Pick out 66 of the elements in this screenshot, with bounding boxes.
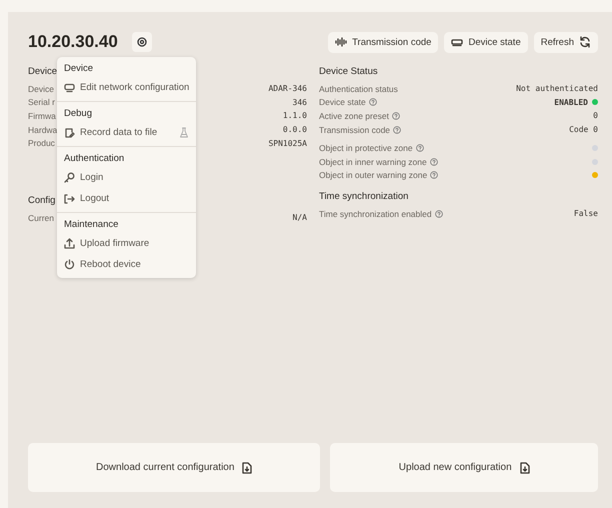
- field-value: 0: [593, 111, 598, 120]
- edit-file-icon: [64, 127, 75, 138]
- settings-button[interactable]: [132, 32, 152, 52]
- device-address: 10.20.30.40: [28, 32, 118, 52]
- help-icon: [416, 144, 424, 152]
- field-label: Object in outer warning zone: [319, 170, 428, 180]
- help-icon: [392, 112, 400, 120]
- field-label: Serial r: [28, 97, 55, 108]
- field-label: Firmwa: [28, 110, 56, 121]
- device-icon: [451, 38, 464, 46]
- toolbar-button[interactable]: Device state: [444, 32, 528, 52]
- section-heading: Time synchronization: [319, 190, 408, 204]
- menu-heading: Debug: [63, 107, 93, 121]
- field-label: Device: [28, 84, 54, 94]
- section-heading: Config: [28, 194, 56, 207]
- logout-icon: [64, 194, 75, 204]
- field-value: Code 0: [569, 125, 598, 134]
- menu-heading: Maintenance: [63, 218, 120, 232]
- field-label: Active zone preset: [319, 110, 389, 121]
- flask-icon: [179, 127, 189, 138]
- file-icon: [242, 462, 252, 474]
- help-icon: [434, 210, 443, 218]
- help-icon: [368, 98, 377, 106]
- menu-item[interactable]: Reboot device: [57, 254, 196, 275]
- menu-item[interactable]: Logout: [57, 188, 196, 209]
- menu-heading: Authentication: [63, 152, 126, 166]
- field-value: ADAR-346: [268, 84, 307, 94]
- help-icon: [393, 126, 402, 134]
- field-value: N/A: [292, 213, 307, 222]
- section-heading: Device Status: [319, 65, 378, 78]
- upload-icon: [64, 238, 75, 249]
- router-icon: [64, 82, 75, 92]
- field-value: SPN1025A: [268, 138, 307, 148]
- menu-item[interactable]: Upload firmware: [57, 233, 196, 254]
- action-button[interactable]: Upload new configuration: [330, 443, 598, 492]
- file-icon: [520, 462, 530, 474]
- power-icon: [64, 259, 75, 270]
- field-label: Object in inner warning zone: [319, 156, 427, 167]
- field-label: Time synchronization enabled: [319, 208, 432, 219]
- help-icon: [430, 171, 438, 180]
- menu-item[interactable]: Login: [57, 167, 196, 188]
- field-label: Hardwa: [28, 124, 58, 135]
- menu-heading: Device: [63, 62, 94, 76]
- field-label: Produc: [28, 138, 55, 148]
- field-label: Device state: [319, 97, 366, 108]
- refresh-icon: [579, 36, 591, 48]
- key-icon: [64, 172, 75, 183]
- settings-icon: [136, 37, 147, 47]
- help-icon: [430, 158, 438, 166]
- field-label: Object in protective zone: [319, 143, 413, 154]
- field-label: Transmission code: [319, 124, 390, 135]
- menu-item[interactable]: Edit network configuration: [57, 77, 196, 98]
- field-value: False: [574, 209, 598, 218]
- field-value: ENABLED: [554, 98, 588, 107]
- field-label: Curren: [28, 212, 54, 223]
- section-heading: Device: [28, 65, 58, 78]
- toolbar-button[interactable]: Refresh: [534, 32, 598, 52]
- field-value: Not authenticated: [516, 84, 598, 94]
- field-value: 1.1.0: [282, 111, 307, 120]
- action-button[interactable]: Download current configuration: [28, 443, 320, 492]
- field-value: 0.0.0: [282, 125, 307, 134]
- toolbar-button[interactable]: Transmission code: [328, 32, 438, 52]
- field-label: Authentication status: [319, 84, 398, 94]
- field-value: 346: [292, 98, 307, 107]
- waveform-icon: [335, 37, 348, 47]
- menu-item[interactable]: Record data to file: [57, 122, 196, 143]
